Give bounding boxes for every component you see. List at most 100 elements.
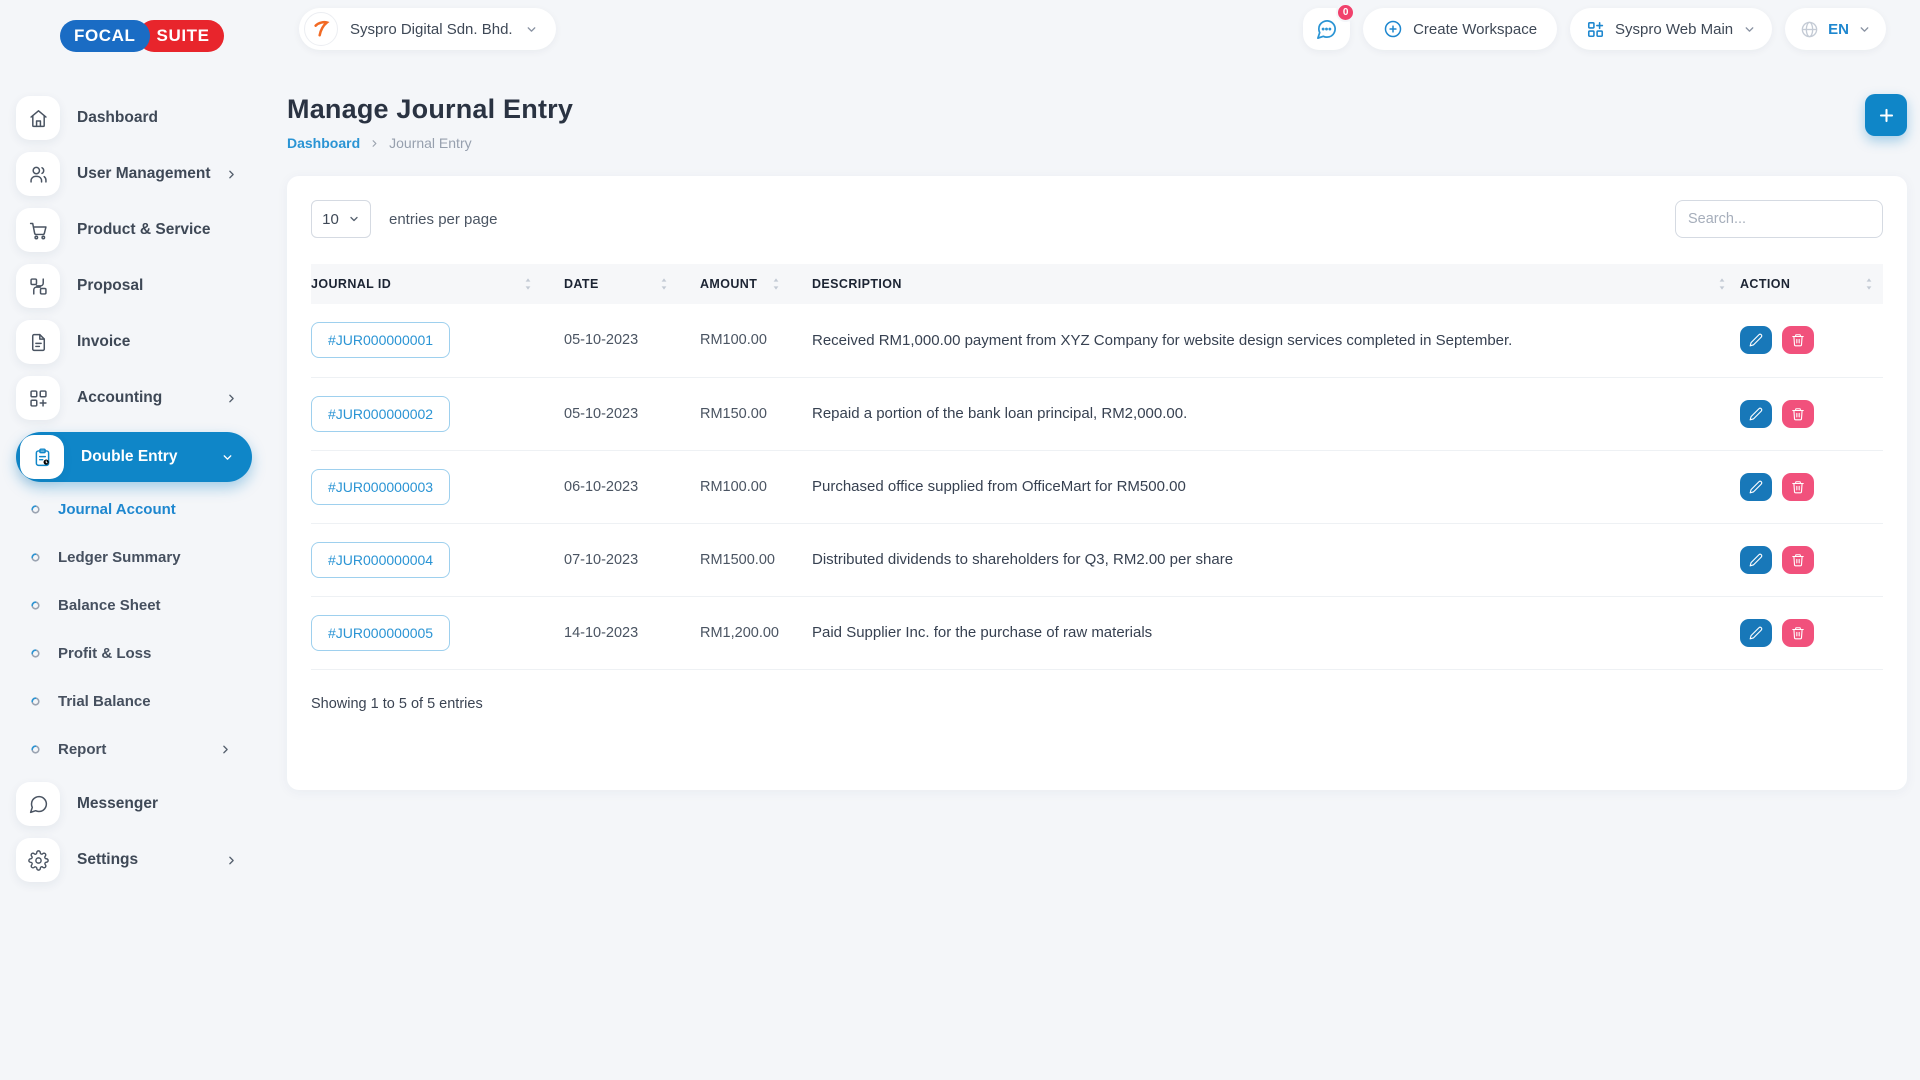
amount-cell: RM100.00 (700, 304, 812, 377)
bullet-icon (30, 744, 41, 755)
chat-icon (1315, 18, 1338, 41)
main-content: Manage Journal Entry Dashboard Journal E… (265, 64, 1920, 1080)
topbar: Syspro Digital Sdn. Bhd. 0 Create Worksp… (265, 0, 1920, 64)
column-header-action[interactable]: ACTION (1740, 264, 1883, 304)
column-label: DESCRIPTION (812, 277, 902, 291)
entries-per-page-select[interactable]: 10 (311, 200, 371, 238)
edit-button[interactable] (1740, 619, 1772, 647)
trash-icon (1791, 553, 1805, 567)
sidebar-subitem-label: Report (58, 741, 106, 758)
journal-table: JOURNAL IDDATE AMOUNTDESCRIPTION ACTION #J… (311, 264, 1883, 670)
language-selector[interactable]: EN (1785, 8, 1886, 50)
pencil-icon (1749, 333, 1763, 347)
column-label: ACTION (1740, 277, 1790, 291)
sidebar-item-label: Invoice (77, 333, 130, 351)
sidebar-subitem-report[interactable]: Report (30, 734, 252, 764)
journal-id-link[interactable]: #JUR000000004 (311, 542, 450, 578)
sidebar-item-user-management[interactable]: User Management (16, 152, 252, 196)
delete-button[interactable] (1782, 326, 1814, 354)
pencil-icon (1749, 553, 1763, 567)
entries-per-page-value: 10 (322, 211, 339, 228)
journal-id-link[interactable]: #JUR000000001 (311, 322, 450, 358)
grid-plus-icon (1586, 20, 1605, 39)
date-cell: 05-10-2023 (564, 304, 700, 377)
create-workspace-label: Create Workspace (1413, 21, 1537, 38)
sidebar-subitem-ledger-summary[interactable]: Ledger Summary (30, 542, 252, 572)
sidebar-item-label: Dashboard (77, 109, 158, 127)
sidebar-item-label: User Management (77, 165, 211, 183)
sidebar-item-product-service[interactable]: Product & Service (16, 208, 252, 252)
chevron-right-icon (219, 743, 232, 756)
sidebar-item-accounting[interactable]: Accounting (16, 376, 252, 420)
sidebar-subitem-balance-sheet[interactable]: Balance Sheet (30, 590, 252, 620)
company-name: Syspro Digital Sdn. Bhd. (350, 21, 513, 38)
sidebar-subitem-profit-loss[interactable]: Profit & Loss (30, 638, 252, 668)
app-window: FOCAL SUITE Dashboard User Management Prod… (0, 0, 1920, 1080)
date-cell: 07-10-2023 (564, 523, 700, 596)
sidebar-subitem-label: Journal Account (58, 501, 176, 518)
bullet-icon (30, 600, 41, 611)
table-row: #JUR000000003 06-10-2023RM100.00Purchased… (311, 450, 1883, 523)
table-row: #JUR000000001 05-10-2023RM100.00Received … (311, 304, 1883, 377)
chat-button[interactable]: 0 (1303, 8, 1350, 50)
trash-icon (1791, 407, 1805, 421)
edit-button[interactable] (1740, 546, 1772, 574)
chevron-right-icon (225, 392, 238, 405)
showing-entries-text: Showing 1 to 5 of 5 entries (311, 696, 1883, 712)
delete-button[interactable] (1782, 619, 1814, 647)
chevron-right-icon (225, 854, 238, 867)
amount-cell: RM1,200.00 (700, 596, 812, 669)
journal-table-card: 10 entries per page JOURNAL IDDATEAMOUNT… (287, 176, 1907, 790)
description-cell: Received RM1,000.00 payment from XYZ Com… (812, 304, 1740, 377)
amount-cell: RM100.00 (700, 450, 812, 523)
sidebar: FOCAL SUITE Dashboard User Management Prod… (0, 0, 265, 1080)
delete-button[interactable] (1782, 473, 1814, 501)
chevron-down-icon (1858, 23, 1871, 36)
chat-badge: 0 (1336, 3, 1355, 22)
edit-button[interactable] (1740, 326, 1772, 354)
logo-suite: SUITE (138, 20, 224, 52)
sidebar-item-label: Double Entry (81, 448, 177, 466)
journal-id-link[interactable]: #JUR000000005 (311, 615, 450, 651)
edit-button[interactable] (1740, 473, 1772, 501)
breadcrumb: Dashboard Journal Entry (287, 135, 573, 151)
page-title: Manage Journal Entry (287, 94, 573, 125)
plus-circle-icon (1383, 19, 1403, 39)
column-header-description[interactable]: DESCRIPTION (812, 264, 1740, 304)
chevron-right-icon (369, 138, 380, 149)
column-header-amount[interactable]: AMOUNT (700, 264, 812, 304)
sidebar-subitem-label: Profit & Loss (58, 645, 151, 662)
sidebar-item-proposal[interactable]: Proposal (16, 264, 252, 308)
sidebar-item-messenger[interactable]: Messenger (16, 782, 252, 826)
company-selector[interactable]: Syspro Digital Sdn. Bhd. (299, 8, 556, 50)
sidebar-item-settings[interactable]: Settings (16, 838, 252, 882)
sidebar-subitem-label: Balance Sheet (58, 597, 161, 614)
column-label: DATE (564, 277, 599, 291)
edit-button[interactable] (1740, 400, 1772, 428)
trash-icon (1791, 333, 1805, 347)
search-input[interactable] (1675, 200, 1883, 238)
add-journal-button[interactable] (1865, 94, 1907, 136)
workspace-selector[interactable]: Syspro Web Main (1570, 8, 1772, 50)
journal-id-link[interactable]: #JUR000000002 (311, 396, 450, 432)
sidebar-item-double-entry[interactable]: Double Entry (16, 432, 252, 482)
sort-icon (1865, 277, 1873, 291)
sidebar-item-dashboard[interactable]: Dashboard (16, 96, 252, 140)
breadcrumb-dashboard-link[interactable]: Dashboard (287, 135, 360, 151)
column-header-date[interactable]: DATE (564, 264, 700, 304)
delete-button[interactable] (1782, 400, 1814, 428)
description-cell: Purchased office supplied from OfficeMar… (812, 450, 1740, 523)
sidebar-subitem-journal-account[interactable]: Journal Account (30, 494, 252, 524)
delete-button[interactable] (1782, 546, 1814, 574)
column-header-journal-id[interactable]: JOURNAL ID (311, 264, 564, 304)
gear-icon (16, 838, 60, 882)
sidebar-subitem-trial-balance[interactable]: Trial Balance (30, 686, 252, 716)
amount-cell: RM150.00 (700, 377, 812, 450)
date-cell: 06-10-2023 (564, 450, 700, 523)
create-workspace-button[interactable]: Create Workspace (1363, 8, 1557, 50)
sidebar-item-label: Proposal (77, 277, 143, 295)
logo-focal: FOCAL (60, 20, 150, 52)
journal-id-link[interactable]: #JUR000000003 (311, 469, 450, 505)
sidebar-item-invoice[interactable]: Invoice (16, 320, 252, 364)
globe-icon (1800, 20, 1819, 39)
